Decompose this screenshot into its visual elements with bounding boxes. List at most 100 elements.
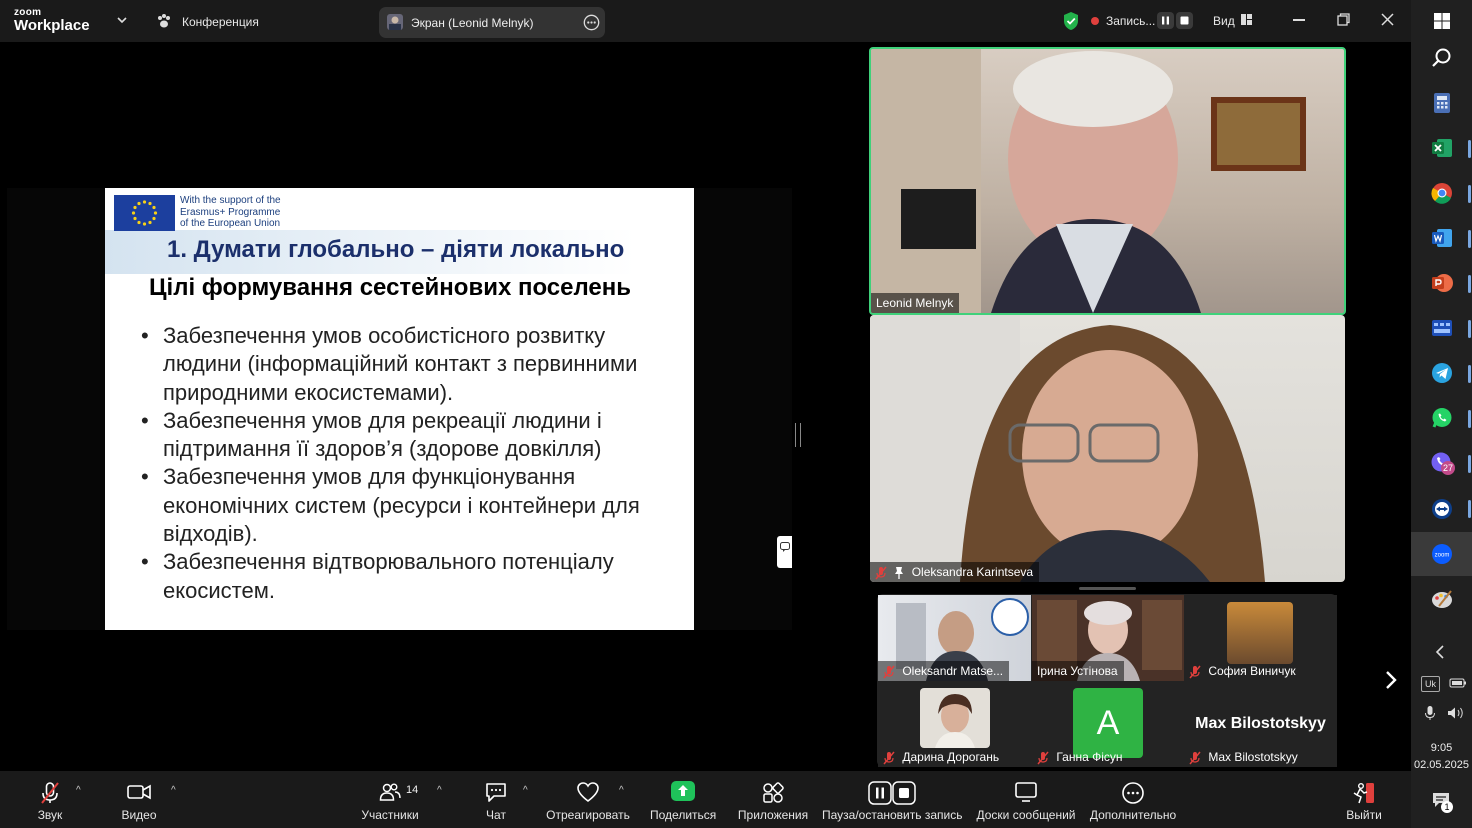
- react-options-caret[interactable]: ^: [619, 785, 624, 796]
- mic-muted-icon: [883, 751, 895, 765]
- powerpoint-icon[interactable]: [1429, 270, 1455, 296]
- apps-label: Приложения: [737, 808, 809, 822]
- gallery-scroll-indicator[interactable]: [1079, 587, 1136, 590]
- taskbar-running-indicator: [1468, 365, 1471, 383]
- chat-options-caret[interactable]: ^: [523, 785, 528, 796]
- apps-button[interactable]: Приложения: [736, 771, 810, 828]
- participant-name: Ірина Устінова: [1037, 664, 1118, 678]
- eu-support-line: With the support of the: [180, 195, 281, 206]
- telegram-icon[interactable]: [1429, 360, 1455, 386]
- pause-recording-button[interactable]: [1157, 12, 1174, 29]
- speaker-icon[interactable]: [1447, 706, 1465, 720]
- react-label: Отреагировать: [546, 808, 630, 822]
- zoom-logo: zoom Workplace: [14, 8, 90, 34]
- calculator-icon[interactable]: [1429, 90, 1455, 116]
- shield-check-icon[interactable]: [1062, 11, 1080, 31]
- chat-bubble-icon: [780, 542, 790, 552]
- video-tile-oleksandra-karintseva[interactable]: Oleksandra Karintseva: [870, 315, 1345, 582]
- gallery-tile[interactable]: Ірина Устінова: [1032, 595, 1185, 681]
- pin-icon: [894, 566, 904, 580]
- close-icon[interactable]: [1381, 13, 1394, 26]
- video-tile-leonid-melnyk[interactable]: Leonid Melnyk: [869, 47, 1346, 315]
- slide-bullet-list: Забезпечення умов особистісного розвитку…: [141, 322, 681, 605]
- taskbar-running-indicator: [1468, 455, 1471, 473]
- gallery-tile[interactable]: Max Bilostotskyy Max Bilostotskyy: [1184, 681, 1337, 767]
- presenter-avatar: [387, 14, 403, 30]
- gallery-tile[interactable]: Дарина Дорогань: [878, 681, 1031, 767]
- windows-start-icon[interactable]: [1429, 8, 1455, 34]
- more-options-icon[interactable]: [583, 14, 600, 31]
- notification-count-badge: 1: [1441, 801, 1453, 813]
- participants-button[interactable]: 14 Участники: [356, 771, 424, 828]
- chrome-icon[interactable]: [1429, 180, 1455, 206]
- chat-button[interactable]: Чат: [471, 771, 521, 828]
- share-button[interactable]: Поделиться: [650, 771, 716, 828]
- chat-icon: [484, 781, 508, 803]
- chevron-left-icon[interactable]: [1433, 644, 1447, 660]
- video-frame: [870, 315, 1265, 582]
- leave-button[interactable]: Выйти: [1340, 771, 1388, 828]
- mic-muted-icon: [1189, 665, 1201, 679]
- more-button[interactable]: Дополнительно: [1088, 771, 1178, 828]
- leave-label: Выйти: [1346, 808, 1382, 822]
- participants-options-caret[interactable]: ^: [437, 785, 442, 796]
- microphone-icon[interactable]: [1424, 705, 1436, 721]
- video-button[interactable]: Видео: [114, 771, 164, 828]
- audio-options-caret[interactable]: ^: [76, 785, 81, 796]
- notification-icon[interactable]: 1: [1431, 791, 1453, 813]
- participant-name: Max Bilostotskyy: [1208, 750, 1298, 764]
- title-bar: zoom Workplace Конференция Экран (Leonid…: [0, 0, 1411, 42]
- whiteboards-button[interactable]: Доски сообщений: [972, 771, 1080, 828]
- chevron-down-icon[interactable]: [116, 14, 128, 26]
- whatsapp-icon[interactable]: [1429, 405, 1455, 431]
- windows-taskbar: 27 zoom Uk 9:05 02.05.2025 1: [1411, 0, 1472, 828]
- participant-name-tag: Ганна Фісун: [1032, 747, 1129, 767]
- react-button[interactable]: Отреагировать: [546, 771, 630, 828]
- excel-icon[interactable]: [1429, 135, 1455, 161]
- record-button[interactable]: Пауза/остановить запись: [822, 771, 962, 828]
- taskbar-running-indicator: [1468, 185, 1471, 203]
- minimize-icon[interactable]: [1293, 19, 1305, 21]
- clock-date[interactable]: 02.05.2025: [1411, 759, 1472, 771]
- maximize-icon[interactable]: [1337, 13, 1350, 26]
- zoom-app-icon[interactable]: zoom: [1429, 541, 1455, 567]
- paint-palette-icon[interactable]: [1429, 586, 1455, 612]
- stop-recording-button[interactable]: [1176, 12, 1193, 29]
- viber-icon[interactable]: 27: [1429, 450, 1455, 476]
- battery-icon[interactable]: [1449, 677, 1467, 689]
- gallery-tile[interactable]: Oleksandr Matse...: [878, 595, 1031, 681]
- video-options-caret[interactable]: ^: [171, 785, 176, 796]
- participant-gallery: Oleksandr Matse... Ірина Устінова София …: [877, 594, 1337, 767]
- participant-name: Oleksandr Matse...: [902, 664, 1004, 678]
- view-menu-label[interactable]: Вид: [1213, 14, 1235, 28]
- gallery-tile[interactable]: A Ганна Фісун: [1032, 681, 1185, 767]
- word-icon[interactable]: [1429, 225, 1455, 251]
- eu-flag-icon: [114, 195, 175, 231]
- video-editor-icon[interactable]: [1429, 315, 1455, 341]
- gallery-tile[interactable]: София Виничук: [1184, 595, 1337, 681]
- share-label: Поделиться: [650, 808, 717, 822]
- screen-share-pill[interactable]: Экран (Leonid Melnyk): [379, 7, 605, 38]
- search-icon[interactable]: [1429, 45, 1455, 71]
- slide-title: 1. Думати глобально – діяти локально: [167, 236, 625, 263]
- grid-view-icon[interactable]: [1240, 13, 1253, 26]
- svg-text:zoom: zoom: [1435, 553, 1450, 559]
- participant-name-tag: Oleksandra Karintseva: [870, 562, 1040, 582]
- record-label: Пауза/остановить запись: [822, 808, 963, 822]
- clock-time[interactable]: 9:05: [1411, 742, 1472, 754]
- mic-muted-icon: [39, 781, 61, 805]
- mic-muted-icon: [1189, 751, 1201, 765]
- whiteboards-label: Доски сообщений: [976, 808, 1076, 822]
- recording-label: Запись...: [1106, 14, 1156, 28]
- share-side-widget[interactable]: [777, 536, 792, 568]
- more-label: Дополнительно: [1089, 808, 1177, 822]
- share-screen-icon: [671, 781, 695, 801]
- camera-icon: [126, 781, 152, 803]
- gallery-next-button[interactable]: [1384, 669, 1398, 691]
- participant-name: Дарина Дорогань: [902, 750, 1000, 764]
- split-resize-handle[interactable]: [795, 423, 801, 447]
- language-indicator[interactable]: Uk: [1421, 676, 1440, 692]
- teamviewer-icon[interactable]: [1429, 496, 1455, 522]
- audio-button[interactable]: Звук: [25, 771, 75, 828]
- participant-name-tag: Oleksandr Matse...: [878, 661, 1010, 681]
